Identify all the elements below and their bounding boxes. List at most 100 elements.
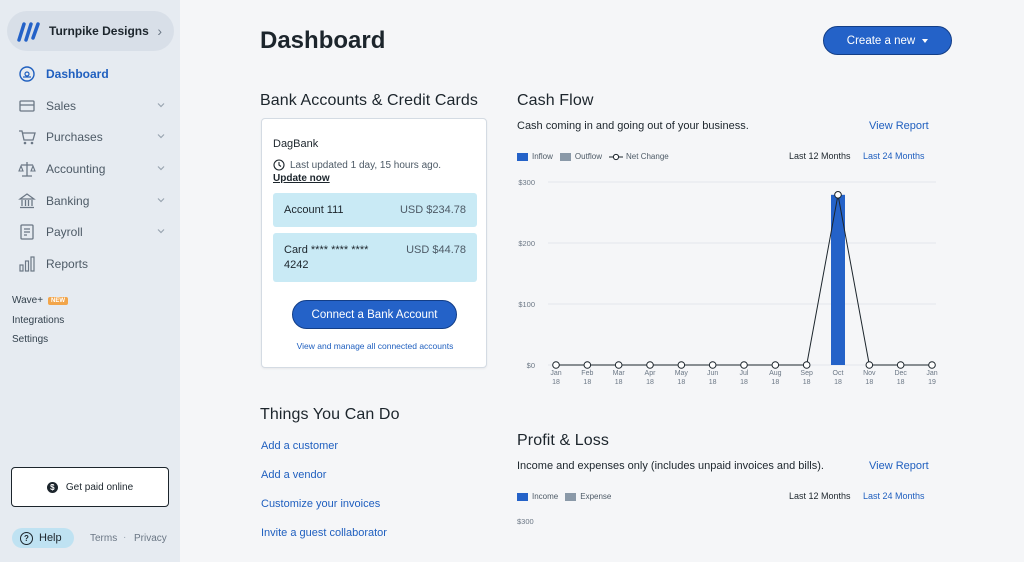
net-change-point xyxy=(646,361,654,369)
reports-icon xyxy=(18,255,36,273)
connect-bank-button[interactable]: Connect a Bank Account xyxy=(292,300,457,329)
business-name: Turnpike Designs xyxy=(49,24,149,38)
sidebar-item-label: Banking xyxy=(46,193,90,208)
chevron-down-icon[interactable] xyxy=(156,131,166,141)
x-tick-label: 18 xyxy=(646,379,654,386)
x-tick-label: 18 xyxy=(865,379,873,386)
new-badge: NEW xyxy=(48,296,69,305)
legend-label: Income xyxy=(532,492,559,501)
help-button[interactable]: ? Help xyxy=(12,528,74,548)
clock-icon xyxy=(273,159,285,171)
x-tick-label: 18 xyxy=(615,379,623,386)
legend-label: Expense xyxy=(580,492,612,501)
scale-icon xyxy=(18,160,36,178)
outflow-swatch xyxy=(559,152,571,161)
x-tick-label: 18 xyxy=(677,379,685,386)
x-tick-label: Mar xyxy=(613,370,626,377)
x-tick-label: 18 xyxy=(771,379,779,386)
add-vendor-link[interactable]: Add a vendor xyxy=(261,469,326,481)
wave-logo-icon xyxy=(17,22,40,42)
sidebar-item-label: Sales xyxy=(46,98,77,113)
sidebar-item-dashboard[interactable]: Dashboard xyxy=(0,58,180,90)
get-paid-online-button[interactable]: $ Get paid online xyxy=(11,467,169,507)
cashflow-view-report-link[interactable]: View Report xyxy=(869,120,929,132)
help-label: Help xyxy=(39,532,62,544)
settings-link[interactable]: Settings xyxy=(12,330,68,350)
legend-outflow[interactable]: Outflow xyxy=(559,152,602,161)
x-tick-label: 18 xyxy=(897,379,905,386)
x-tick-label: Jan xyxy=(926,370,937,377)
wave-plus-link[interactable]: Wave+ NEW xyxy=(12,291,69,311)
sidebar-item-payroll[interactable]: Payroll xyxy=(0,216,180,248)
pnl-y-tick-label: $300 xyxy=(517,517,534,526)
net-change-point xyxy=(583,361,592,369)
account-amount: USD $234.78 xyxy=(399,204,466,216)
x-tick-label: May xyxy=(675,370,689,377)
net-change-point xyxy=(865,361,874,369)
create-new-button[interactable]: Create a new xyxy=(823,26,952,55)
legend-inflow[interactable]: Inflow xyxy=(517,152,553,161)
pnl-legend: Income Expense xyxy=(517,492,618,501)
x-tick-label: 18 xyxy=(803,379,811,386)
bank-name: DagBank xyxy=(273,138,319,150)
pnl-section-title: Profit & Loss xyxy=(517,432,610,449)
pnl-period-24-months[interactable]: Last 24 Months xyxy=(863,491,925,501)
dollar-icon: $ xyxy=(46,481,58,493)
net-change-point xyxy=(708,361,717,369)
sidebar: Turnpike Designs › Dashboard Sales Purch… xyxy=(0,0,180,562)
net-change-point xyxy=(802,361,811,369)
update-now-link[interactable]: Update now xyxy=(273,173,330,184)
legend-income[interactable]: Income xyxy=(517,492,558,501)
account-row[interactable]: Account 111 USD $234.78 xyxy=(273,193,477,227)
sidebar-extra-links: Wave+ NEW Integrations Settings xyxy=(12,291,69,350)
net-change-point xyxy=(771,361,780,369)
x-tick-label: Oct xyxy=(833,370,844,377)
privacy-link[interactable]: Privacy xyxy=(134,533,167,544)
pnl-view-report-link[interactable]: View Report xyxy=(869,460,929,472)
net-change-line xyxy=(556,194,932,366)
cashflow-subtitle: Cash coming in and going out of your bus… xyxy=(517,120,749,132)
sidebar-item-label: Dashboard xyxy=(46,66,109,81)
manage-accounts-link[interactable]: View and manage all connected accounts xyxy=(262,341,488,351)
question-icon: ? xyxy=(20,531,33,545)
bank-card: DagBank Last updated 1 day, 15 hours ago… xyxy=(261,118,487,368)
dashboard-icon xyxy=(18,65,36,83)
sidebar-item-reports[interactable]: Reports xyxy=(0,248,180,280)
chevron-down-icon[interactable] xyxy=(156,163,166,173)
payroll-icon xyxy=(18,223,36,241)
line-marker-icon xyxy=(609,153,624,160)
cashflow-section-title: Cash Flow xyxy=(517,92,594,109)
x-tick-label: 19 xyxy=(928,379,936,386)
sidebar-item-purchases[interactable]: Purchases xyxy=(0,121,180,153)
sidebar-item-banking[interactable]: Banking xyxy=(0,185,180,217)
period-24-months[interactable]: Last 24 Months xyxy=(863,151,925,161)
page-title: Dashboard xyxy=(260,27,386,54)
net-change-point xyxy=(896,361,905,369)
sidebar-item-accounting[interactable]: Accounting xyxy=(0,153,180,185)
legend-expense[interactable]: Expense xyxy=(565,492,611,501)
chevron-right-icon: › xyxy=(157,23,162,39)
add-customer-link[interactable]: Add a customer xyxy=(261,440,338,452)
bank-icon xyxy=(18,192,36,210)
chevron-down-icon[interactable] xyxy=(156,195,166,205)
chevron-down-icon[interactable] xyxy=(156,100,166,110)
terms-link[interactable]: Terms xyxy=(90,533,117,544)
x-tick-label: Apr xyxy=(645,370,657,377)
net-change-point xyxy=(614,361,623,369)
integrations-link[interactable]: Integrations xyxy=(12,311,68,331)
net-change-point xyxy=(552,361,560,369)
bank-section-title: Bank Accounts & Credit Cards xyxy=(260,92,479,109)
chevron-down-icon[interactable] xyxy=(156,226,166,236)
invite-collaborator-link[interactable]: Invite a guest collaborator xyxy=(261,527,387,539)
cart-icon xyxy=(18,128,36,146)
legend-label: Inflow xyxy=(532,152,553,161)
period-12-months[interactable]: Last 12 Months xyxy=(789,151,851,161)
net-change-point xyxy=(677,361,686,369)
x-tick-label: Sep xyxy=(800,370,813,377)
customize-invoices-link[interactable]: Customize your invoices xyxy=(261,498,380,510)
pnl-period-12-months[interactable]: Last 12 Months xyxy=(789,491,851,501)
business-switcher[interactable]: Turnpike Designs › xyxy=(7,11,174,51)
legend-net-change[interactable]: Net Change xyxy=(609,152,669,161)
sidebar-item-sales[interactable]: Sales xyxy=(0,90,180,122)
account-row[interactable]: Card **** **** **** 4242 USD $44.78 xyxy=(273,233,477,282)
